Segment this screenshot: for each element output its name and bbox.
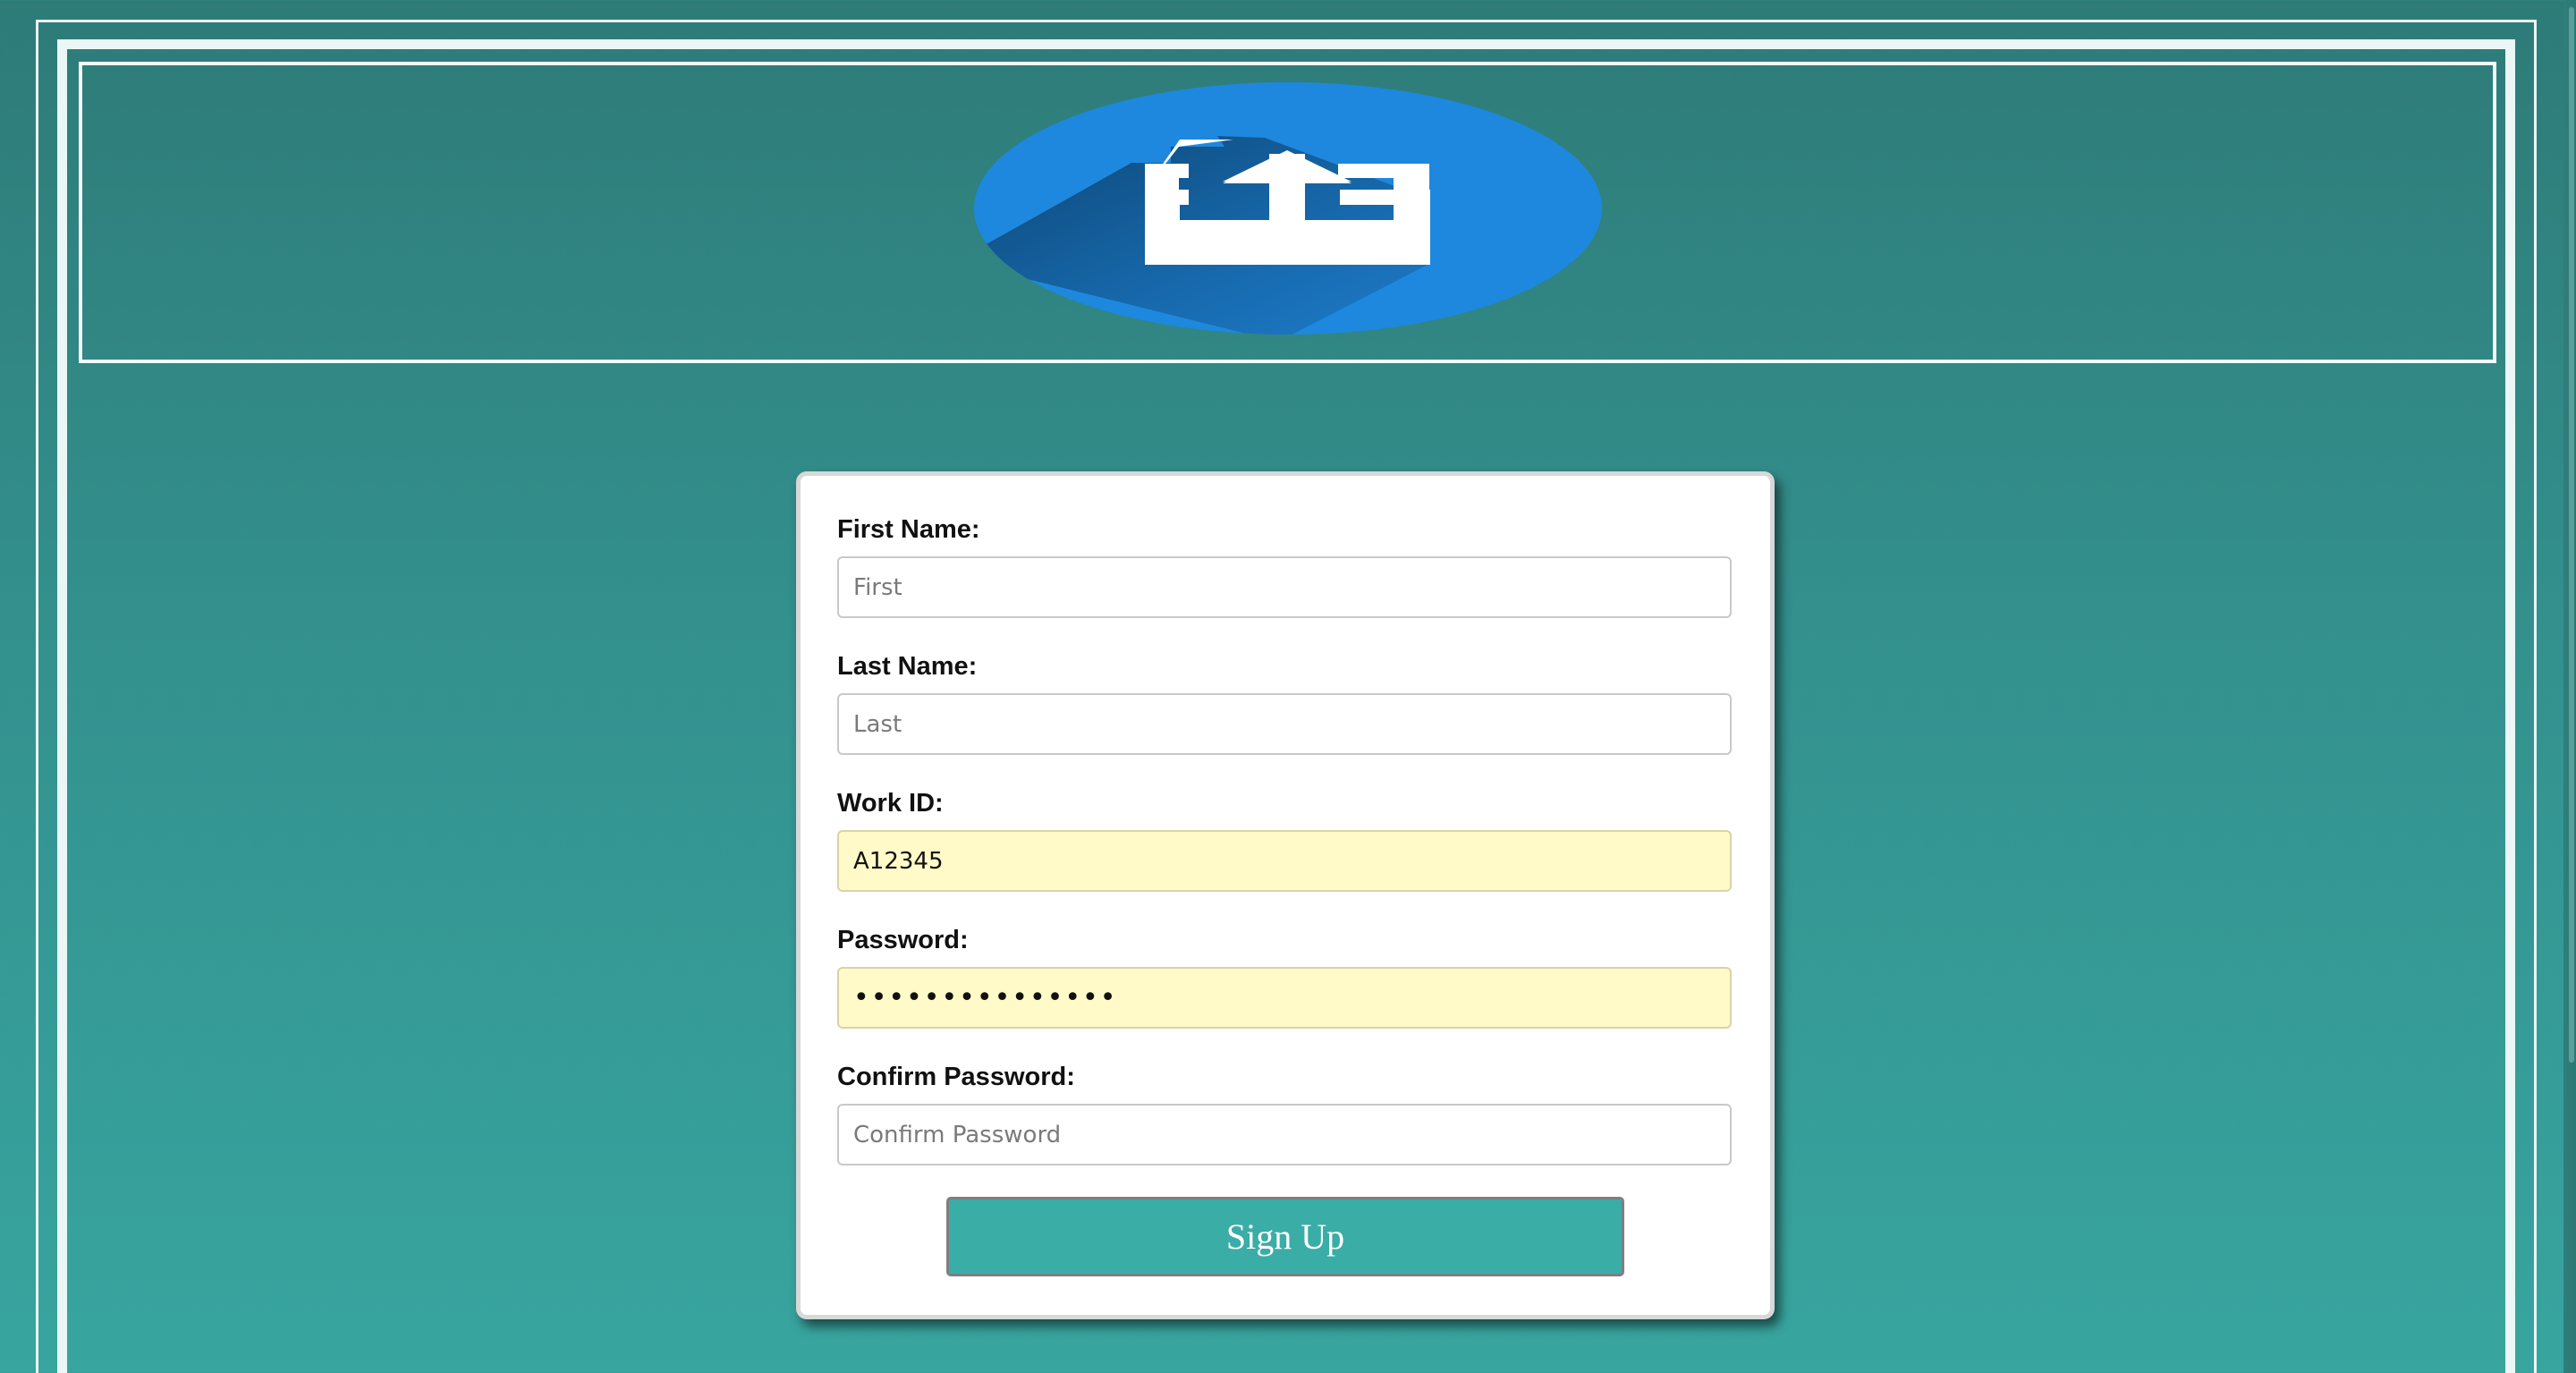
upload-icon xyxy=(974,82,1602,335)
first-name-input[interactable] xyxy=(837,556,1732,618)
last-name-field: Last Name: xyxy=(837,648,1732,755)
scrollbar[interactable] xyxy=(2563,0,2576,1373)
confirm-password-field: Confirm Password: xyxy=(837,1059,1732,1165)
first-name-field: First Name: xyxy=(837,512,1732,618)
password-label: Password: xyxy=(837,926,969,954)
work-id-input[interactable] xyxy=(837,830,1732,892)
last-name-input[interactable] xyxy=(837,693,1732,755)
last-name-label: Last Name: xyxy=(837,652,978,681)
confirm-password-input[interactable] xyxy=(837,1104,1732,1165)
confirm-password-label: Confirm Password: xyxy=(837,1063,1075,1091)
password-input[interactable] xyxy=(837,967,1732,1029)
first-name-label: First Name: xyxy=(837,515,980,544)
sign-up-button[interactable]: Sign Up xyxy=(946,1197,1624,1276)
work-id-field: Work ID: xyxy=(837,785,1732,892)
signup-form-card: First Name: Last Name: Work ID: Password… xyxy=(796,471,1775,1319)
password-field: Password: xyxy=(837,922,1732,1029)
work-id-label: Work ID: xyxy=(837,789,944,818)
scrollbar-thumb[interactable] xyxy=(2569,7,2574,1063)
